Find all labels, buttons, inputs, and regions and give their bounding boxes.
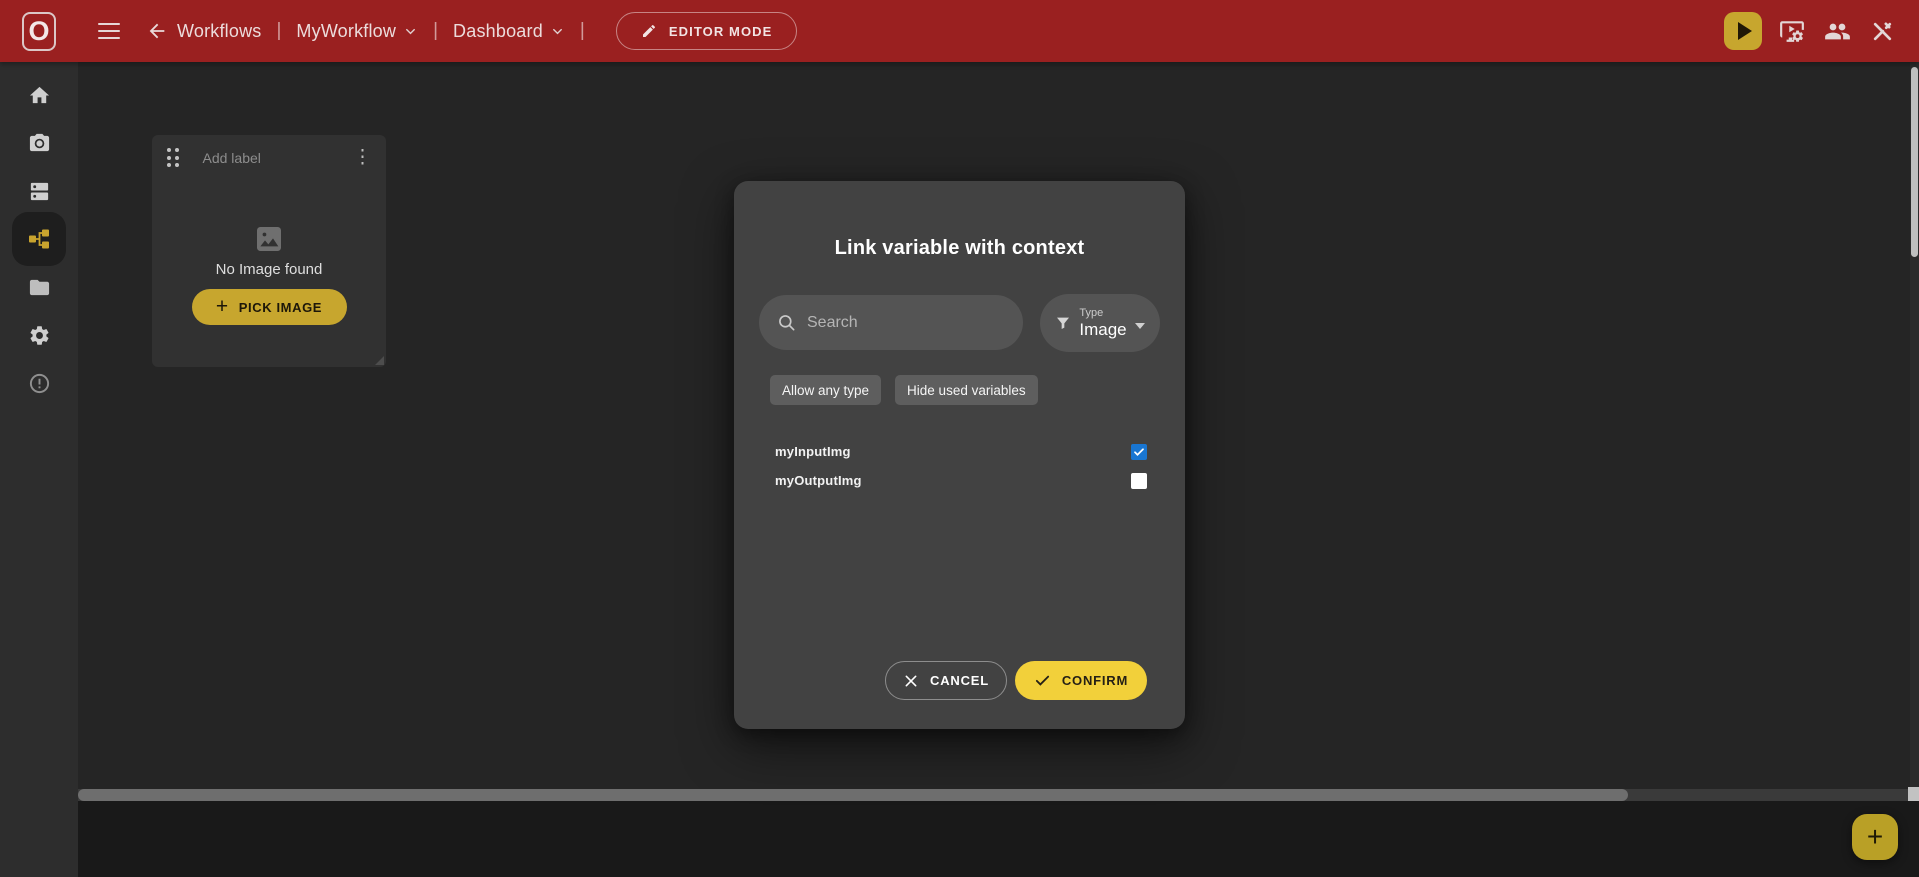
sidebar xyxy=(0,62,78,877)
users-icon xyxy=(1824,18,1851,45)
back-arrow-icon xyxy=(146,20,168,42)
sidebar-item-files[interactable] xyxy=(15,263,63,311)
app-logo: O xyxy=(22,12,56,51)
dashboard-canvas: Add label ⋮ No Image found + PICK IMAGE … xyxy=(78,62,1919,801)
editor-mode-label: EDITOR MODE xyxy=(669,24,773,39)
no-image-text: No Image found xyxy=(216,261,323,278)
sidebar-item-storage[interactable] xyxy=(15,167,63,215)
breadcrumb-workflows[interactable]: Workflows xyxy=(177,21,261,42)
close-icon xyxy=(903,673,919,689)
view-name-label: Dashboard xyxy=(453,21,543,42)
chevron-down-icon xyxy=(550,24,565,39)
search-input[interactable] xyxy=(807,314,997,332)
widget-card-header: Add label ⋮ xyxy=(167,148,376,167)
camera-icon xyxy=(28,132,51,155)
scrollbar-corner xyxy=(1908,787,1919,801)
nav-separator: | xyxy=(276,20,281,42)
widget-label-placeholder[interactable]: Add label xyxy=(203,150,261,166)
confirm-label: CONFIRM xyxy=(1062,673,1128,688)
vertical-scrollbar-thumb[interactable] xyxy=(1911,67,1918,257)
type-filter-dropdown[interactable]: Type Image xyxy=(1040,294,1160,352)
topbar-actions xyxy=(1724,12,1897,50)
chip-hide-used-variables[interactable]: Hide used variables xyxy=(895,375,1038,405)
search-icon xyxy=(777,313,797,333)
display-settings-icon xyxy=(1779,18,1805,44)
cancel-label: CANCEL xyxy=(930,673,989,688)
check-icon xyxy=(1133,446,1145,458)
cancel-button[interactable]: CANCEL xyxy=(885,661,1007,700)
back-button[interactable] xyxy=(146,20,168,42)
kebab-menu-icon[interactable]: ⋮ xyxy=(349,148,376,167)
vertical-scrollbar-track xyxy=(1910,62,1919,789)
app-window: O Workflows | MyWorkflow | Dashboard xyxy=(0,0,1919,877)
check-icon xyxy=(1034,672,1051,689)
variable-name: myInputImg xyxy=(775,444,851,459)
image-widget-card: Add label ⋮ No Image found + PICK IMAGE xyxy=(152,135,386,367)
sidebar-item-home[interactable] xyxy=(15,71,63,119)
add-widget-fab[interactable]: + xyxy=(1852,814,1898,860)
close-tools-icon xyxy=(1870,19,1895,44)
users-button[interactable] xyxy=(1822,16,1852,46)
bottom-panel xyxy=(78,801,1919,877)
workflows-label: Workflows xyxy=(177,21,261,42)
type-filter-value: Image xyxy=(1079,320,1126,340)
menu-icon[interactable] xyxy=(98,23,120,39)
image-placeholder-icon xyxy=(253,223,285,255)
alert-icon xyxy=(28,372,51,395)
pick-image-button[interactable]: + PICK IMAGE xyxy=(192,289,347,325)
workflow-icon xyxy=(27,227,51,251)
chip-allow-any-type[interactable]: Allow any type xyxy=(770,375,881,405)
pick-image-label: PICK IMAGE xyxy=(239,300,322,315)
variables-list: myInputImg myOutputImg xyxy=(775,437,1147,495)
display-settings-button[interactable] xyxy=(1777,16,1807,46)
variable-row[interactable]: myOutputImg xyxy=(775,466,1147,495)
horizontal-scrollbar-thumb[interactable] xyxy=(78,789,1628,801)
editor-mode-button[interactable]: EDITOR MODE xyxy=(616,12,798,50)
search-field xyxy=(759,295,1023,350)
widget-empty-state: No Image found + PICK IMAGE xyxy=(152,223,386,325)
gear-icon xyxy=(28,324,51,347)
sidebar-item-workflow[interactable] xyxy=(15,215,63,263)
folder-icon xyxy=(28,276,51,299)
modal-title: Link variable with context xyxy=(734,237,1185,260)
pencil-icon xyxy=(641,23,657,39)
run-workflow-button[interactable] xyxy=(1724,12,1762,50)
home-icon xyxy=(28,84,51,107)
variable-name: myOutputImg xyxy=(775,473,862,488)
filter-chips: Allow any type Hide used variables xyxy=(770,375,1038,405)
close-tools-button[interactable] xyxy=(1867,16,1897,46)
caret-down-icon xyxy=(1135,323,1145,329)
view-dropdown[interactable]: Dashboard xyxy=(453,21,565,42)
drag-handle-icon[interactable] xyxy=(167,148,179,167)
link-variable-modal: Link variable with context Type Image xyxy=(734,181,1185,729)
type-filter-label: Type xyxy=(1079,307,1103,320)
nav-separator: | xyxy=(433,20,438,42)
workflow-name-label: MyWorkflow xyxy=(296,21,396,42)
chevron-down-icon xyxy=(403,24,418,39)
plus-icon: + xyxy=(1867,823,1883,851)
workflow-name-dropdown[interactable]: MyWorkflow xyxy=(296,21,418,42)
topbar: O Workflows | MyWorkflow | Dashboard xyxy=(0,0,1919,62)
play-icon xyxy=(1738,22,1752,40)
variable-checkbox[interactable] xyxy=(1131,473,1147,489)
sidebar-item-settings[interactable] xyxy=(15,311,63,359)
resize-handle[interactable] xyxy=(375,356,384,365)
variable-row[interactable]: myInputImg xyxy=(775,437,1147,466)
storage-icon xyxy=(28,180,51,203)
plus-icon: + xyxy=(216,296,229,317)
variable-checkbox[interactable] xyxy=(1131,444,1147,460)
funnel-icon xyxy=(1055,315,1071,331)
nav-separator: | xyxy=(580,20,585,42)
modal-actions: CANCEL CONFIRM xyxy=(885,661,1147,700)
confirm-button[interactable]: CONFIRM xyxy=(1015,661,1147,700)
horizontal-scrollbar-track xyxy=(78,789,1908,801)
app-logo-letter: O xyxy=(28,18,49,45)
sidebar-item-alerts[interactable] xyxy=(15,359,63,407)
sidebar-item-camera[interactable] xyxy=(15,119,63,167)
